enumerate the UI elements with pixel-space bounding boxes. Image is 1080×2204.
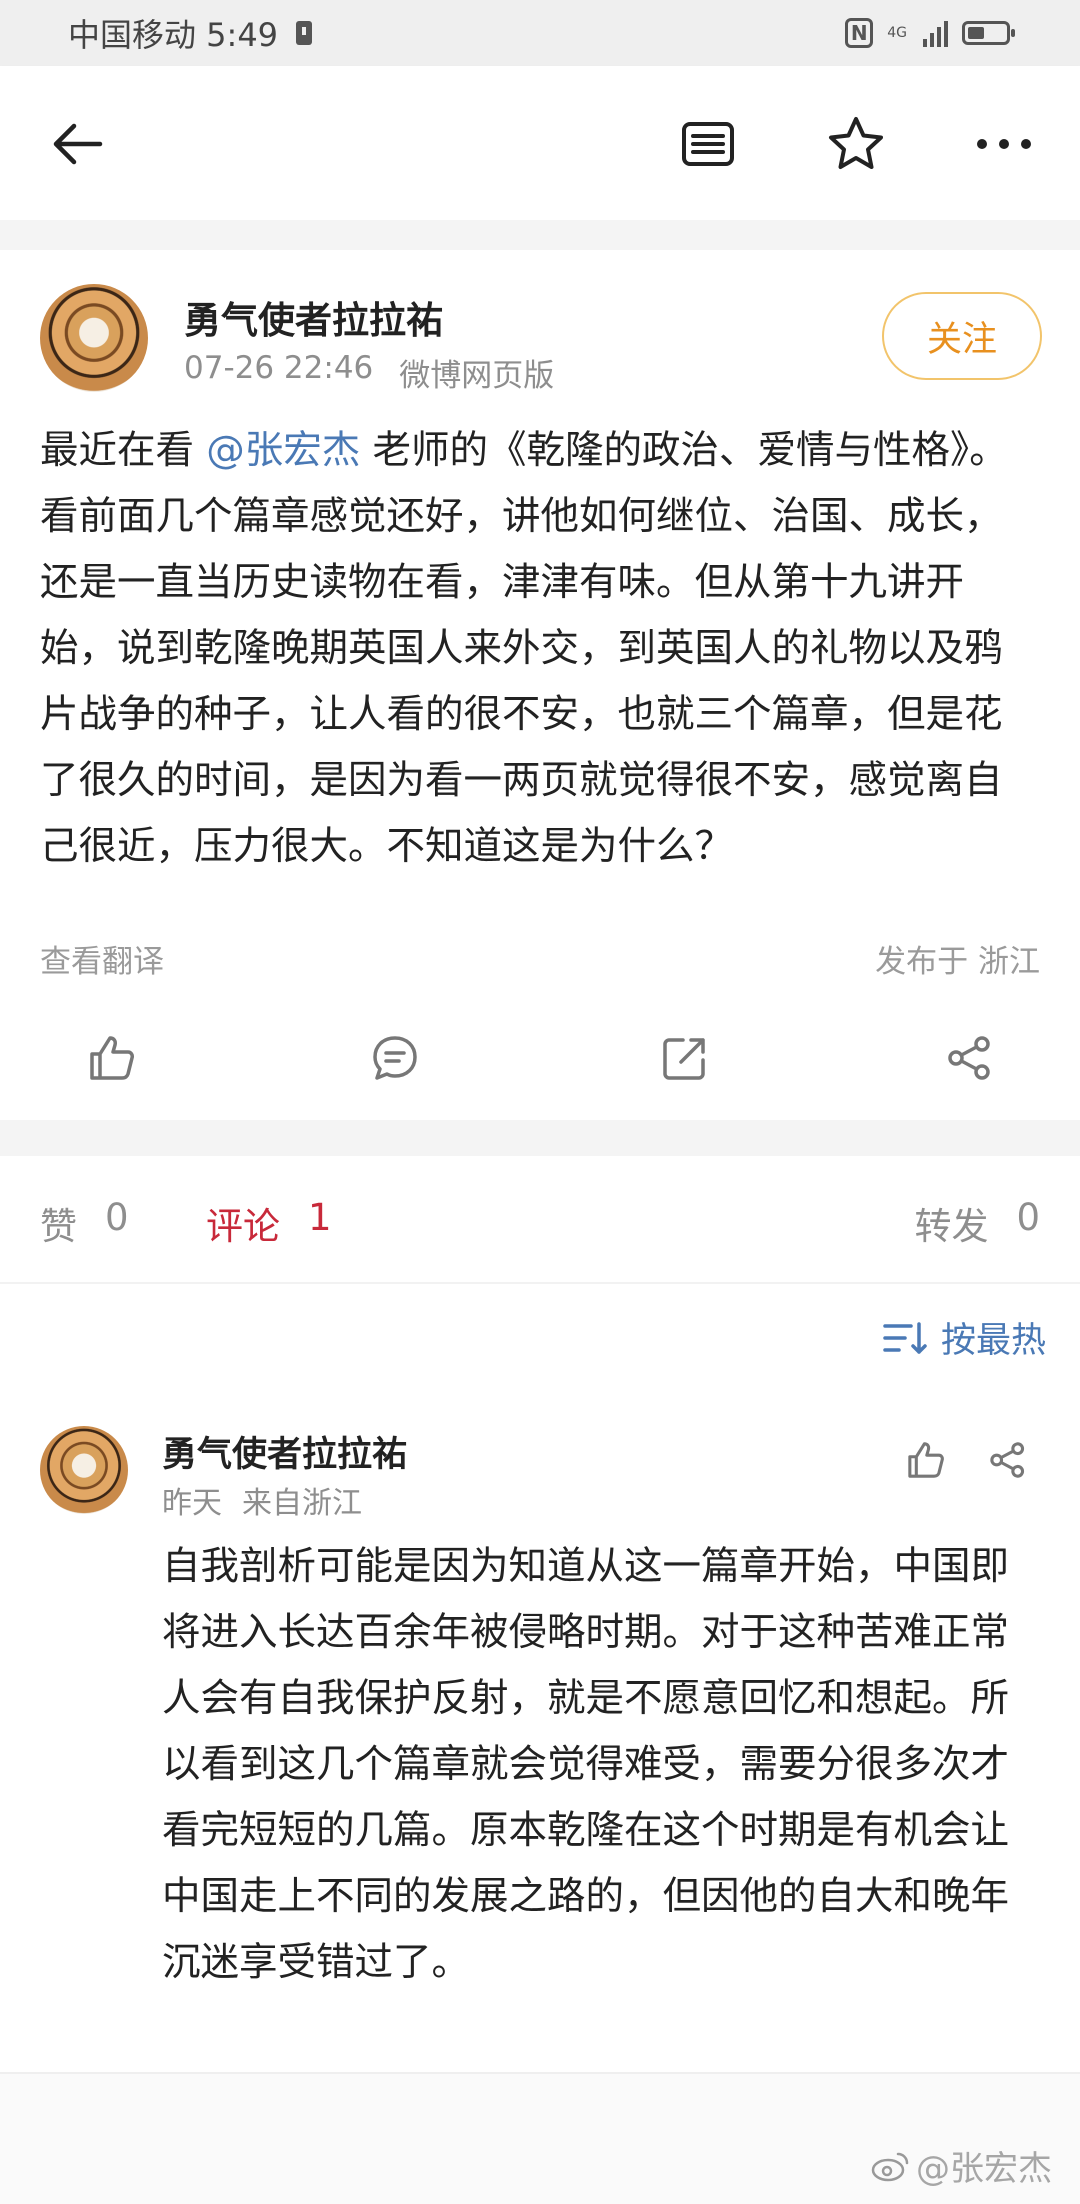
post-text-rest: 老师的《乾隆的政治、爱情与性格》。看前面几个篇章感觉还好，讲他如何继位、治国、成… xyxy=(40,428,1008,869)
tab-reposts[interactable]: 转发 0 xyxy=(914,1196,1040,1250)
follow-button[interactable]: 关注 xyxy=(882,292,1042,380)
status-right: N 4G xyxy=(845,18,1015,48)
repost-icon xyxy=(663,1038,705,1080)
tab-comments[interactable]: 评论 1 xyxy=(206,1196,332,1250)
comment-item: 勇气使者拉拉祐 昨天 来自浙江 自我剖析可能是因为知道从这一篇章开始，中国即将进… xyxy=(0,1392,1080,2072)
weibo-post-page: 中国移动 5:49 N 4G 勇气使者拉拉祐 07-26 22:46 微博网页版… xyxy=(0,0,1080,2204)
sort-row: 按最热 xyxy=(0,1284,1080,1392)
status-left: 中国移动 5:49 xyxy=(68,10,313,56)
comment-bubble-icon xyxy=(373,1036,417,1080)
tab-reposts-label: 转发 xyxy=(914,1205,989,1248)
post-date: 07-26 22:46 xyxy=(184,350,374,386)
thumbs-up-icon xyxy=(90,1036,134,1080)
sort-label: 按最热 xyxy=(940,1321,1046,1361)
watermark-text: @张宏杰 xyxy=(916,2149,1052,2189)
battery-icon xyxy=(962,21,1015,45)
share-button[interactable] xyxy=(930,1018,1010,1098)
weibo-logo-icon xyxy=(871,2152,909,2181)
arrow-left-icon xyxy=(53,123,103,165)
post-text: 最近在看 @张宏杰 老师的《乾隆的政治、爱情与性格》。看前面几个篇章感觉还好，讲… xyxy=(40,418,1040,880)
comment-button[interactable] xyxy=(355,1018,435,1098)
mention-link[interactable]: @张宏杰 xyxy=(206,428,360,473)
nfc-icon: N xyxy=(845,18,874,48)
post-source: 微博网页版 xyxy=(399,358,555,394)
comments-list-button[interactable] xyxy=(670,106,746,182)
tab-likes-count: 0 xyxy=(105,1196,129,1239)
tab-likes-label: 赞 xyxy=(40,1205,77,1248)
comment-share-button[interactable] xyxy=(980,1432,1036,1488)
sort-icon xyxy=(883,1321,927,1354)
avatar[interactable] xyxy=(40,1426,128,1514)
repost-button[interactable] xyxy=(645,1018,725,1098)
share-icon xyxy=(990,1442,1025,1478)
tab-likes[interactable]: 赞 0 xyxy=(40,1196,129,1250)
favorite-button[interactable] xyxy=(818,106,894,182)
author-name[interactable]: 勇气使者拉拉祐 xyxy=(184,290,443,344)
status-bar: 中国移动 5:49 N 4G xyxy=(0,0,1080,66)
tab-reposts-count: 0 xyxy=(1016,1196,1040,1239)
signal-icon xyxy=(923,19,948,47)
section-divider xyxy=(0,1120,1080,1156)
translate-link[interactable]: 查看翻译 xyxy=(40,936,164,981)
back-button[interactable] xyxy=(40,106,116,182)
section-divider xyxy=(0,220,1080,250)
sort-hot-button[interactable]: 按最热 xyxy=(881,1312,1046,1363)
avatar[interactable] xyxy=(40,284,148,392)
comment-like-button[interactable] xyxy=(898,1432,954,1488)
post-location: 发布于 浙江 xyxy=(875,944,1040,980)
tab-comments-label: 评论 xyxy=(206,1205,280,1248)
stats-tabs: 赞 0 评论 1 转发 0 xyxy=(0,1156,1080,1284)
comment-list-icon xyxy=(682,122,734,166)
post-text-start: 最近在看 xyxy=(40,428,207,473)
comment-text: 自我剖析可能是因为知道从这一篇章开始，中国即将进入长达百余年被侵略时期。对于这种… xyxy=(162,1544,1010,1985)
network-type: 4G xyxy=(887,25,907,41)
comment-author[interactable]: 勇气使者拉拉祐 xyxy=(162,1426,407,1477)
sim-card-icon xyxy=(296,21,313,45)
share-icon xyxy=(948,1036,990,1080)
carrier-time: 中国移动 5:49 xyxy=(68,16,279,54)
star-icon xyxy=(829,117,883,169)
post-card: 勇气使者拉拉祐 07-26 22:46 微博网页版 关注 最近在看 @张宏杰 老… xyxy=(0,250,1080,1120)
watermark: @张宏杰 xyxy=(870,2141,1052,2190)
post-meta: 07-26 22:46 微博网页版 xyxy=(184,350,554,395)
top-toolbar xyxy=(0,66,1080,220)
more-dots-icon xyxy=(977,139,1031,149)
comment-meta: 昨天 来自浙江 xyxy=(162,1478,362,1522)
tab-comments-count: 1 xyxy=(308,1196,332,1239)
more-button[interactable] xyxy=(966,106,1042,182)
comment-time: 昨天 xyxy=(162,1486,222,1521)
comment-location: 来自浙江 xyxy=(242,1486,362,1521)
thumbs-up-icon xyxy=(908,1442,944,1478)
bottom-area: @张宏杰 xyxy=(0,2072,1080,2204)
like-button[interactable] xyxy=(72,1018,152,1098)
post-actions xyxy=(0,1018,1080,1108)
